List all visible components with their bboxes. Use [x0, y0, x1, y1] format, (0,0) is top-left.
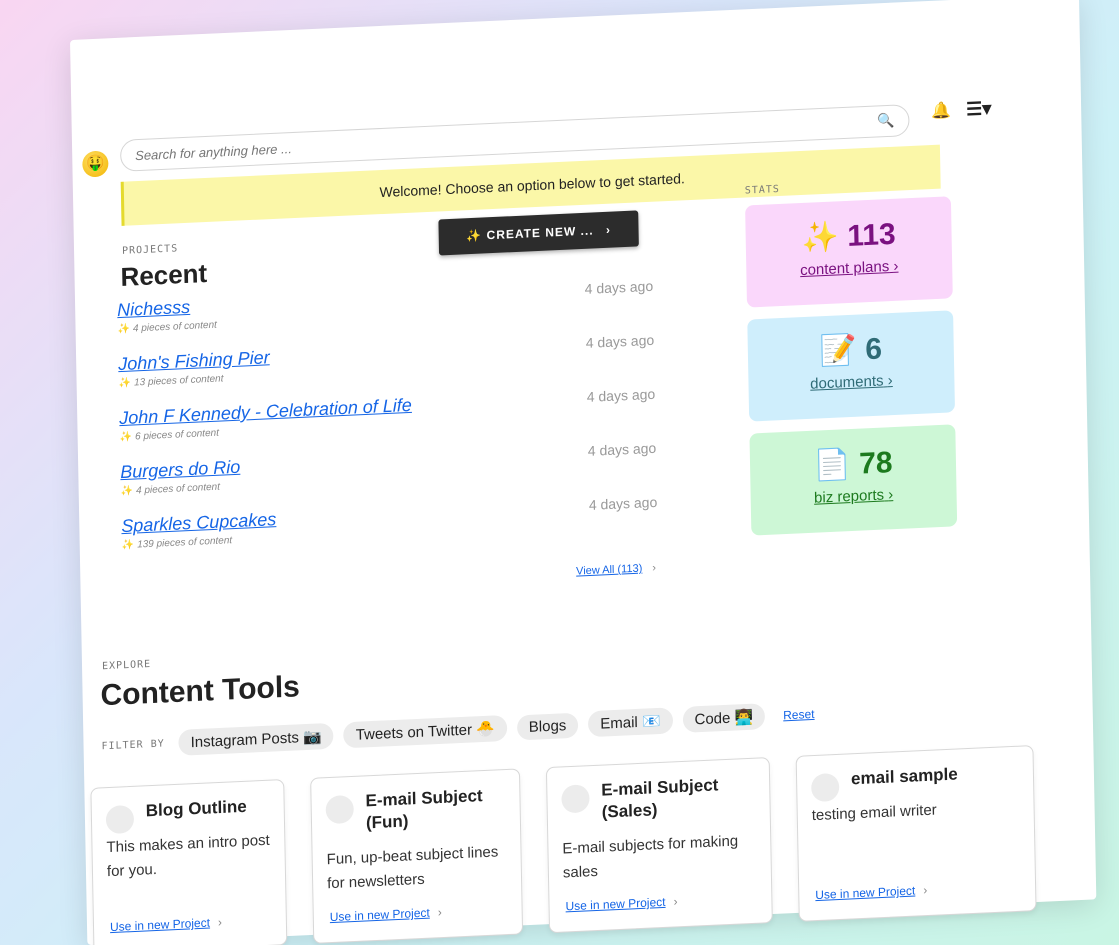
page-icon: 📄: [813, 448, 852, 483]
tool-description: Fun, up-beat subject lines for newslette…: [326, 843, 499, 893]
stat-card-content-plans[interactable]: ✨ 113 content plans ›: [745, 196, 953, 308]
filter-chip-code[interactable]: Code 👨‍💻: [682, 703, 766, 733]
chevron-right-icon: ›: [605, 222, 612, 237]
chevron-right-icon: ›: [217, 915, 223, 930]
sparkle-icon: ✨: [117, 323, 131, 336]
chevron-right-icon: ›: [888, 486, 894, 504]
stat-value: 78: [858, 446, 893, 481]
tool-avatar: [561, 784, 590, 814]
tool-name: email sample: [850, 764, 958, 789]
filter-chip-blogs[interactable]: Blogs: [516, 712, 579, 740]
stat-value: 113: [846, 217, 896, 253]
chevron-right-icon: ›: [437, 905, 442, 920]
memo-icon: 📝: [819, 333, 858, 369]
project-updated: 4 days ago: [584, 277, 654, 297]
tool-card[interactable]: email sample testing email writer Use in…: [795, 745, 1037, 922]
filter-by-label: FILTER BY: [101, 737, 165, 752]
tool-name: E-mail Subject (Fun): [365, 786, 483, 833]
stat-value: 6: [865, 332, 883, 367]
use-in-new-project-link[interactable]: Use in new Project ›: [330, 905, 442, 924]
tool-description: This makes an intro post for you.: [106, 831, 270, 881]
reset-filters-link[interactable]: Reset: [783, 707, 815, 722]
chevron-right-icon: ›: [923, 882, 928, 898]
tool-description: testing email writer: [811, 801, 937, 825]
tool-card[interactable]: E-mail Subject (Sales) E-mail subjects f…: [545, 756, 773, 934]
app-window: 🤑 🔍 🔔 ☰▾ Welcome! Choose an option below…: [70, 0, 1097, 945]
view-all-link[interactable]: View All (113) ›: [576, 562, 656, 578]
stat-card-documents[interactable]: 📝 6 documents ›: [747, 310, 956, 422]
tool-avatar: [325, 794, 354, 825]
project-meta: 4 pieces of content: [132, 319, 217, 335]
project-list: Nichesss ✨ 4 pieces of content 4 days ago…: [117, 275, 682, 570]
stat-link[interactable]: documents: [810, 372, 884, 392]
recent-title: Recent: [120, 258, 208, 292]
content-tools-title: Content Tools: [100, 670, 301, 713]
project-meta: 139 pieces of content: [137, 535, 233, 551]
filter-row: FILTER BY Instagram Posts 📷 Tweets on Tw…: [101, 701, 815, 759]
sparkle-icon: ✨: [121, 539, 135, 552]
create-new-button[interactable]: ✨ CREATE NEW ... ›: [438, 210, 639, 256]
sparkle-icon: ✨: [119, 431, 133, 444]
project-meta: 4 pieces of content: [135, 481, 221, 497]
stat-card-biz-reports[interactable]: 📄 78 biz reports ›: [749, 424, 958, 536]
project-meta: 13 pieces of content: [133, 373, 224, 389]
explore-label: EXPLORE: [101, 658, 152, 673]
stat-link[interactable]: biz reports: [814, 487, 884, 507]
tool-name: E-mail Subject (Sales): [601, 775, 719, 822]
project-meta: 6 pieces of content: [134, 427, 220, 443]
filter-chip-instagram[interactable]: Instagram Posts 📷: [178, 722, 334, 756]
project-updated: 4 days ago: [585, 331, 655, 351]
filter-chip-email[interactable]: Email 📧: [588, 707, 673, 738]
tool-card[interactable]: Blog Outline This makes an intro post fo…: [90, 779, 288, 945]
chevron-right-icon: ›: [887, 372, 893, 390]
sparkle-icon: ✨: [118, 377, 132, 390]
sparkles-icon: ✨: [801, 220, 840, 256]
project-updated: 4 days ago: [588, 493, 658, 513]
tool-name: Blog Outline: [145, 796, 247, 821]
tool-avatar: [810, 772, 840, 803]
menu-icon[interactable]: ☰▾: [966, 98, 992, 120]
tool-card[interactable]: E-mail Subject (Fun) Fun, up-beat subjec…: [310, 768, 524, 944]
logo-icon[interactable]: 🤑: [82, 150, 109, 178]
use-in-new-project-link[interactable]: Use in new Project ›: [565, 894, 677, 913]
project-updated: 4 days ago: [587, 439, 657, 459]
tool-avatar: [105, 804, 135, 835]
search-icon[interactable]: 🔍: [877, 112, 895, 130]
bell-icon[interactable]: 🔔: [931, 100, 951, 121]
sparkle-icon: ✨: [120, 485, 134, 498]
tool-description: E-mail subjects for making sales: [562, 832, 739, 882]
chevron-right-icon: ›: [893, 257, 899, 275]
use-in-new-project-link[interactable]: Use in new Project ›: [110, 915, 222, 934]
tools-grid: Blog Outline This makes an intro post fo…: [90, 745, 1037, 945]
view-all-label[interactable]: View All (113): [576, 563, 642, 578]
stat-link[interactable]: content plans: [800, 258, 889, 279]
chevron-right-icon: ›: [673, 894, 678, 909]
stats-label: STATS: [744, 183, 780, 197]
chevron-right-icon: ›: [652, 561, 657, 575]
create-new-label: ✨ CREATE NEW ...: [466, 223, 594, 244]
use-in-new-project-link[interactable]: Use in new Project ›: [815, 883, 927, 902]
filter-chip-twitter[interactable]: Tweets on Twitter 🐣: [343, 714, 508, 749]
project-updated: 4 days ago: [586, 385, 656, 405]
projects-label: PROJECTS: [121, 243, 179, 257]
